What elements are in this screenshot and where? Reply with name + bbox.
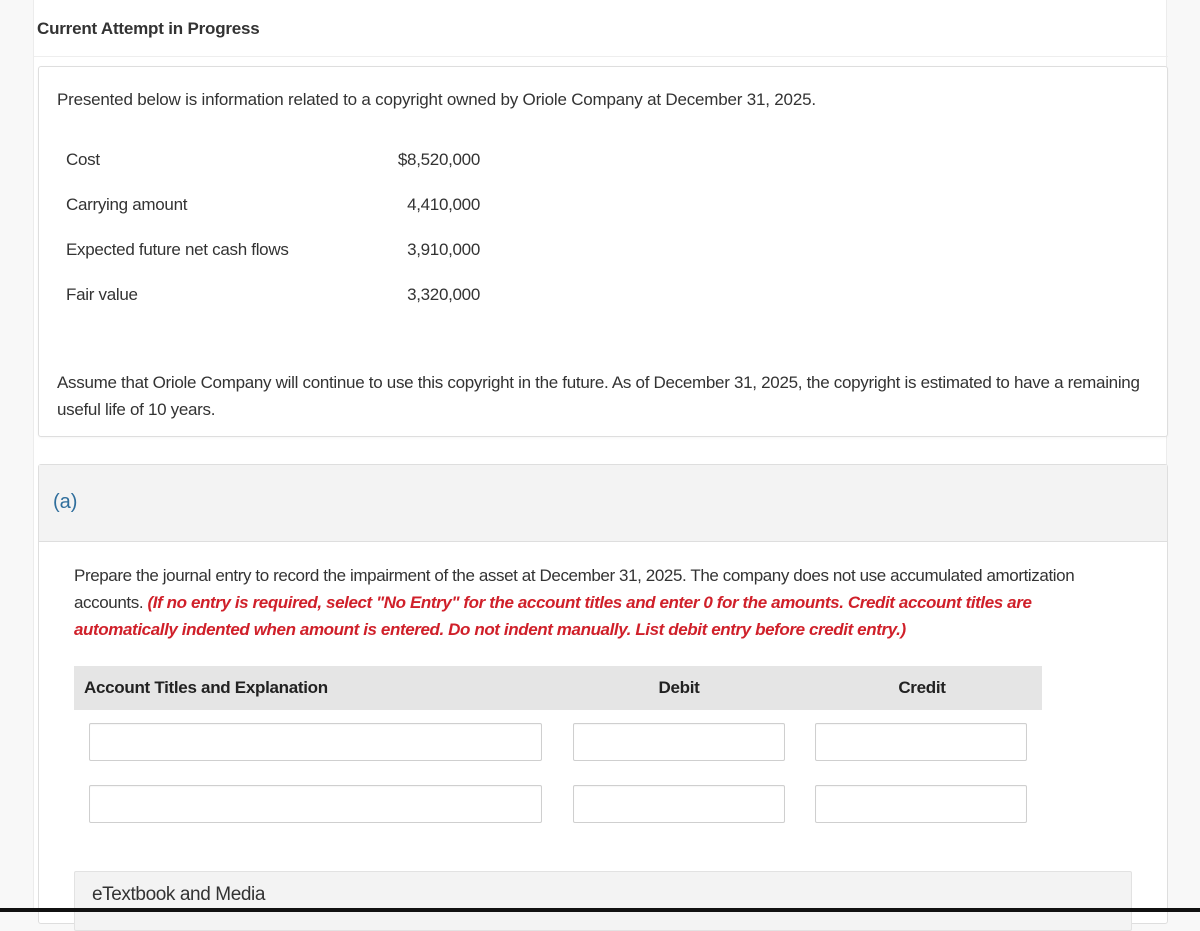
question-intro: Presented below is information related t… xyxy=(57,90,816,109)
data-label: Expected future net cash flows xyxy=(66,240,289,259)
assumption-text: Assume that Oriole Company will continue… xyxy=(57,373,1140,419)
question-card: Presented below is information related t… xyxy=(38,66,1168,437)
data-row-carrying-amount: Carrying amount 4,410,000 xyxy=(66,192,480,237)
copyright-data-table: Cost $8,520,000 Carrying amount 4,410,00… xyxy=(66,147,480,327)
journal-entry-row xyxy=(74,772,1042,834)
instruction-note: (If no entry is required, select "No Ent… xyxy=(74,593,1032,639)
journal-entry-header: Account Titles and Explanation Debit Cre… xyxy=(74,666,1042,710)
journal-entry-table: Account Titles and Explanation Debit Cre… xyxy=(74,666,1042,834)
part-a-instructions: Prepare the journal entry to record the … xyxy=(74,562,1134,643)
account-title-input[interactable] xyxy=(89,723,542,761)
debit-input[interactable] xyxy=(573,785,785,823)
credit-input[interactable] xyxy=(815,785,1027,823)
account-title-input[interactable] xyxy=(89,785,542,823)
journal-entry-row xyxy=(74,710,1042,772)
etextbook-media-label: eTextbook and Media xyxy=(92,884,266,905)
data-value: $8,520,000 xyxy=(397,150,480,169)
part-a-card: (a) Prepare the journal entry to record … xyxy=(38,464,1168,931)
data-value: 3,320,000 xyxy=(407,285,480,304)
header-debit: Debit xyxy=(658,678,700,697)
attempt-header: Current Attempt in Progress xyxy=(34,0,1168,57)
main-content: Current Attempt in Progress Presented be… xyxy=(33,0,1168,931)
data-row-cost: Cost $8,520,000 xyxy=(66,147,480,192)
bottom-edge-bar xyxy=(0,908,1200,912)
etextbook-media-panel[interactable]: eTextbook and Media xyxy=(74,871,1132,931)
part-a-header: (a) xyxy=(39,465,1167,542)
credit-input[interactable] xyxy=(815,723,1027,761)
data-row-fair-value: Fair value 3,320,000 xyxy=(66,282,480,327)
debit-input[interactable] xyxy=(573,723,785,761)
attempt-title: Current Attempt in Progress xyxy=(37,19,260,38)
data-label: Fair value xyxy=(66,285,138,304)
data-value: 3,910,000 xyxy=(407,240,480,259)
part-label: (a) xyxy=(53,491,78,513)
data-label: Carrying amount xyxy=(66,195,188,214)
header-credit: Credit xyxy=(898,678,946,697)
header-account-titles: Account Titles and Explanation xyxy=(84,678,328,697)
data-label: Cost xyxy=(66,150,100,169)
data-row-expected-cash-flows: Expected future net cash flows 3,910,000 xyxy=(66,237,480,282)
data-value: 4,410,000 xyxy=(407,195,480,214)
